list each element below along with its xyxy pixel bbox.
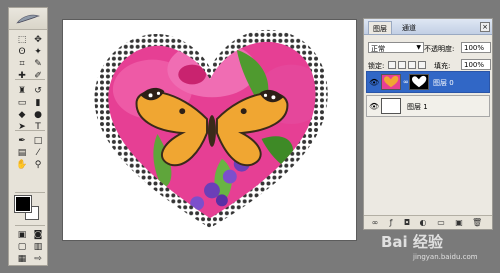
blend-mode-value: 正常: [371, 45, 385, 53]
opacity-value: 100%: [464, 44, 485, 52]
healing-tool-icon[interactable]: ✚: [15, 70, 29, 82]
eraser-tool-icon[interactable]: ▭: [15, 97, 29, 109]
zoom-tool-icon[interactable]: ⚲: [31, 159, 45, 171]
marquee-tool-icon[interactable]: ⬚: [15, 34, 29, 46]
fill-label: 填充:: [434, 62, 451, 70]
layers-panel-footer: ∞ ƒ ◘ ◐ ▭ ▣ 🗑: [364, 215, 492, 229]
tools-panel: ⬚ ✥ ʘ ✦ ⌗ ✎ ✚ ✐ ♜ ↺ ▭ ▮ ◆ ● ➤ T ✒ □ ▤ ⁄ ✋ ⚲ ▣ ◙ ▢ ▥ ▦ ⇨: [8, 7, 48, 266]
stamp-tool-icon[interactable]: ♜: [15, 85, 29, 97]
trash-icon[interactable]: 🗑: [472, 218, 482, 228]
mask-icon[interactable]: ◘: [402, 218, 412, 228]
layer-thumbnail: [381, 98, 401, 114]
lock-all-icon[interactable]: [418, 61, 426, 69]
eye-icon[interactable]: 👁: [369, 102, 379, 111]
shape-tool-icon[interactable]: □: [31, 135, 45, 147]
new-layer-icon[interactable]: ▣: [454, 218, 464, 228]
close-icon[interactable]: ×: [480, 22, 490, 32]
chevron-down-icon: ▼: [416, 44, 421, 51]
blur-tool-icon[interactable]: ◆: [15, 109, 29, 121]
lock-image-icon[interactable]: [398, 61, 406, 69]
pen-tool-icon[interactable]: ✒: [15, 135, 29, 147]
hand-tool-icon[interactable]: ✋: [15, 159, 29, 171]
adjustment-icon[interactable]: ◐: [418, 218, 428, 228]
screen-mode-1-icon[interactable]: ▢: [15, 241, 29, 253]
fx-icon[interactable]: ƒ: [386, 218, 396, 228]
screen-mode-3-icon[interactable]: ▦: [15, 253, 29, 265]
layer-name: 图层 0: [433, 79, 454, 87]
gradient-tool-icon[interactable]: ▮: [31, 97, 45, 109]
blend-mode-select[interactable]: 正常 ▼: [368, 42, 424, 53]
tool-separator: [15, 225, 45, 226]
layer-row[interactable]: 👁 ∞ 图层 0: [366, 71, 490, 93]
watermark-brand: Bai 经验: [381, 233, 444, 251]
history-brush-tool-icon[interactable]: ↺: [31, 85, 45, 97]
feather-icon: [16, 14, 40, 24]
slice-tool-icon[interactable]: ✎: [31, 58, 45, 70]
layer-thumbnail: [381, 74, 401, 90]
link-icon[interactable]: ∞: [370, 218, 380, 228]
fill-input[interactable]: 100%: [461, 59, 491, 70]
magic-wand-tool-icon[interactable]: ✦: [31, 46, 45, 58]
layer-mask-thumbnail[interactable]: [409, 74, 429, 90]
move-tool-icon[interactable]: ✥: [31, 34, 45, 46]
eyedropper-tool-icon[interactable]: ⁄: [31, 147, 45, 159]
lock-position-icon[interactable]: [408, 61, 416, 69]
quickmask-mode-icon[interactable]: ◙: [31, 229, 45, 241]
layers-panel-header: 图层 通道 ×: [364, 19, 492, 35]
tab-layers[interactable]: 图层: [368, 21, 392, 34]
baidu-watermark-logo: Bai 经验: [381, 233, 444, 251]
tool-separator: [15, 79, 45, 80]
dodge-tool-icon[interactable]: ●: [31, 109, 45, 121]
jump-to-imageready-icon[interactable]: ⇨: [31, 253, 45, 265]
quickmask-standard-icon[interactable]: ▣: [15, 229, 29, 241]
crop-tool-icon[interactable]: ⌗: [15, 58, 29, 70]
path-selection-tool-icon[interactable]: ➤: [15, 121, 29, 133]
tab-channels[interactable]: 通道: [398, 21, 420, 34]
screen-mode-2-icon[interactable]: ▥: [31, 241, 45, 253]
document-canvas[interactable]: [62, 19, 357, 241]
tool-separator: [15, 192, 45, 193]
chain-link-icon[interactable]: ∞: [403, 78, 409, 86]
eye-icon[interactable]: 👁: [369, 78, 379, 87]
layer-name: 图层 1: [407, 103, 428, 111]
fill-value: 100%: [464, 61, 485, 69]
layers-panel: 图层 通道 × 正常 ▼ 不透明度: 100% 锁定: 填充: 100% 👁 ∞…: [363, 18, 493, 230]
tool-separator: [15, 130, 45, 131]
brush-tool-icon[interactable]: ✐: [31, 70, 45, 82]
lock-label: 锁定:: [368, 62, 385, 70]
opacity-label: 不透明度:: [424, 45, 455, 53]
lock-transparent-icon[interactable]: [388, 61, 396, 69]
tools-panel-header: [9, 8, 47, 30]
foreground-color-swatch[interactable]: [14, 195, 32, 213]
lasso-tool-icon[interactable]: ʘ: [15, 46, 29, 58]
heart-butterfly-image: [63, 20, 356, 240]
opacity-input[interactable]: 100%: [461, 42, 491, 53]
watermark-url: jingyan.baidu.com: [413, 253, 478, 261]
group-icon[interactable]: ▭: [436, 218, 446, 228]
type-tool-icon[interactable]: T: [31, 121, 45, 133]
layer-row[interactable]: 👁 图层 1: [366, 95, 490, 117]
notes-tool-icon[interactable]: ▤: [15, 147, 29, 159]
